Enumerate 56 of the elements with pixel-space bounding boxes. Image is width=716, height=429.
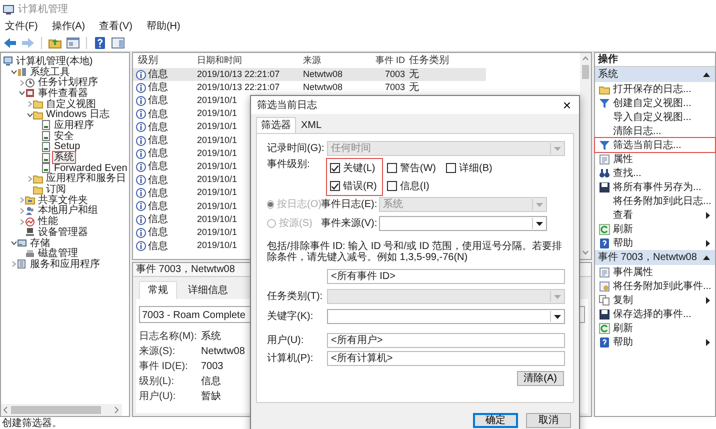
table-cell: 2019/10/1 <box>197 121 238 132</box>
table-cell: 2019/10/1 <box>197 240 238 250</box>
table-cell: 信息 <box>148 95 168 106</box>
field-label: 来源(S): <box>139 346 176 359</box>
table-cell: 2019/10/1 <box>197 200 238 211</box>
field-label: 关键字(K): <box>267 311 314 322</box>
table-cell: 信息 <box>148 188 168 199</box>
table-cell: Netwtw08 <box>303 82 343 92</box>
table-cell: 无 <box>409 82 419 94</box>
dialog-title: 筛选当前日志 <box>257 100 317 110</box>
field-label: 事件日志(E): <box>321 199 378 210</box>
field-value: 暂缺 <box>201 391 221 404</box>
table-cell: 信息 <box>148 69 168 80</box>
table-cell: 信息 <box>148 240 168 252</box>
field-value: 信息 <box>201 376 221 389</box>
table-cell: 信息 <box>148 174 168 186</box>
field-label: 用户(U): <box>139 391 177 404</box>
table-cell: 2019/10/1 <box>197 108 238 118</box>
field-label: 事件 ID(E): <box>139 361 189 374</box>
field-label: 记录时间(G): <box>267 143 326 154</box>
table-cell: 2019/10/1 <box>197 226 238 237</box>
field-value: 系统 <box>201 331 221 344</box>
table-cell: 2019/10/1 <box>197 134 238 145</box>
field-label: 计算机(P): <box>267 353 314 364</box>
table-cell: 信息 <box>148 135 168 146</box>
table-cell: 2019/10/1 <box>197 214 238 224</box>
table-cell: 信息 <box>148 82 168 94</box>
status-text: 创建筛选器。 <box>2 418 62 428</box>
table-cell: 2019/10/1 <box>197 160 238 171</box>
table-cell: 2019/10/13 22:21:07 <box>197 82 280 92</box>
instruction-text: 包括/排除事件 ID: 输入 ID 号和/或 ID 范围，使用逗号分隔。若要排除条件，请先键入减号。例如 1,3,5-99,-76(N) <box>267 241 564 263</box>
field-label: 级别(L): <box>139 376 175 389</box>
field-label: 事件来源(V): <box>321 218 378 229</box>
window-title: 计算机管理 <box>18 4 68 14</box>
table-cell: 信息 <box>148 214 168 226</box>
table-cell: 2019/10/13 22:21:07 <box>197 68 280 79</box>
table-cell: 信息 <box>148 108 168 120</box>
field-label: 日志名称(M): <box>139 331 198 344</box>
table-cell: 2019/10/1 <box>197 148 238 158</box>
table-cell: Netwtw08 <box>303 68 343 79</box>
field-value: 7003 <box>201 361 224 374</box>
table-cell: 无 <box>409 69 419 80</box>
field-label: 任务类别(T): <box>267 291 324 302</box>
field-label: 事件级别: <box>267 159 311 170</box>
table-cell: 信息 <box>148 122 168 133</box>
table-cell: 信息 <box>148 148 168 160</box>
table-cell: 信息 <box>148 161 168 172</box>
table-cell: 7003 <box>384 68 405 79</box>
table-cell: 信息 <box>148 227 168 238</box>
table-cell: 信息 <box>148 200 168 212</box>
table-cell: 2019/10/1 <box>197 174 238 184</box>
table-cell: 2019/10/1 <box>197 187 238 198</box>
table-cell: 2019/10/1 <box>197 95 238 106</box>
field-value: Netwtw08 <box>201 346 245 359</box>
field-label: 用户(U): <box>267 335 305 346</box>
table-cell: 7003 <box>384 82 405 92</box>
